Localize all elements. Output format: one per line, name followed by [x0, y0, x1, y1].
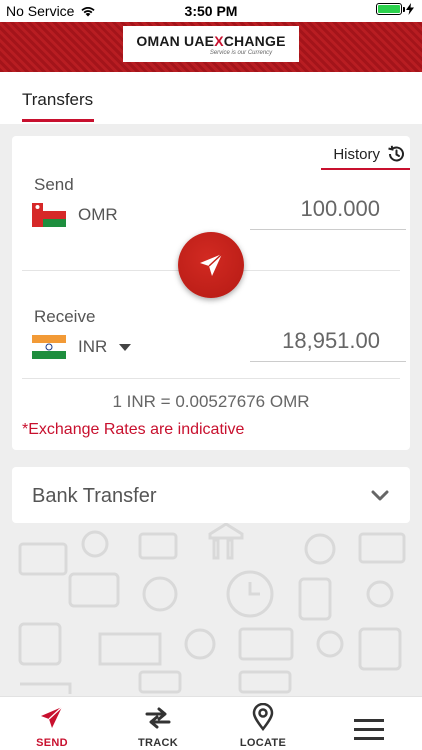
- send-amount-input[interactable]: 100.000: [250, 196, 406, 230]
- tab-active-indicator: [22, 119, 94, 122]
- nav-send[interactable]: SEND: [7, 697, 97, 750]
- history-label: History: [333, 145, 380, 163]
- send-plane-icon: [41, 706, 63, 728]
- chevron-down-icon: [371, 490, 389, 501]
- receive-label: Receive: [34, 307, 96, 326]
- track-arrows-icon: [145, 707, 171, 729]
- brand-header: OMAN UAEXCHANGE Service is our Currency: [0, 22, 422, 72]
- history-underline: [321, 168, 410, 170]
- status-bar: No Service 3:50 PM: [0, 0, 422, 22]
- nav-menu[interactable]: [324, 697, 414, 750]
- battery-icon: [376, 3, 405, 15]
- rate-disclaimer: *Exchange Rates are indicative: [22, 421, 245, 438]
- nav-send-label: SEND: [36, 737, 68, 749]
- converter-card: History Send OMR 100.000 Receive INR 18,…: [12, 136, 410, 450]
- bottom-nav: SEND TRACK LOCATE: [0, 696, 422, 750]
- location-pin-icon: [252, 703, 274, 731]
- exchange-rate-text: 1 INR = 0.00527676 OMR: [112, 392, 310, 411]
- receive-currency-select[interactable]: INR: [78, 337, 132, 357]
- tab-bar: Transfers: [0, 72, 422, 124]
- status-time: 3:50 PM: [184, 3, 238, 19]
- nav-locate[interactable]: LOCATE: [218, 697, 308, 750]
- oman-flag-icon: [32, 203, 66, 227]
- brand-tagline: Service is our Currency: [209, 49, 273, 56]
- india-flag-icon: [32, 335, 66, 359]
- hamburger-menu-icon: [354, 719, 384, 740]
- transfer-type-label: Bank Transfer: [32, 485, 157, 507]
- nav-track[interactable]: TRACK: [113, 697, 203, 750]
- tab-transfers[interactable]: Transfers: [22, 90, 93, 110]
- transfer-type-select[interactable]: Bank Transfer: [12, 467, 410, 523]
- section-divider: [22, 378, 400, 379]
- receive-currency: INR: [78, 337, 108, 356]
- send-button[interactable]: [178, 232, 244, 298]
- send-currency: OMR: [78, 205, 118, 224]
- nav-locate-label: LOCATE: [239, 737, 287, 749]
- brand-logo: OMAN UAEXCHANGE Service is our Currency: [123, 26, 299, 62]
- history-button[interactable]: History: [333, 144, 406, 164]
- paper-plane-icon: [200, 253, 223, 276]
- nav-track-label: TRACK: [138, 737, 178, 749]
- charging-bolt-icon: [406, 3, 414, 15]
- send-label: Send: [34, 175, 74, 194]
- receive-amount-input[interactable]: 18,951.00: [250, 328, 406, 362]
- history-clock-icon: [388, 145, 404, 162]
- caret-down-icon: [119, 343, 132, 351]
